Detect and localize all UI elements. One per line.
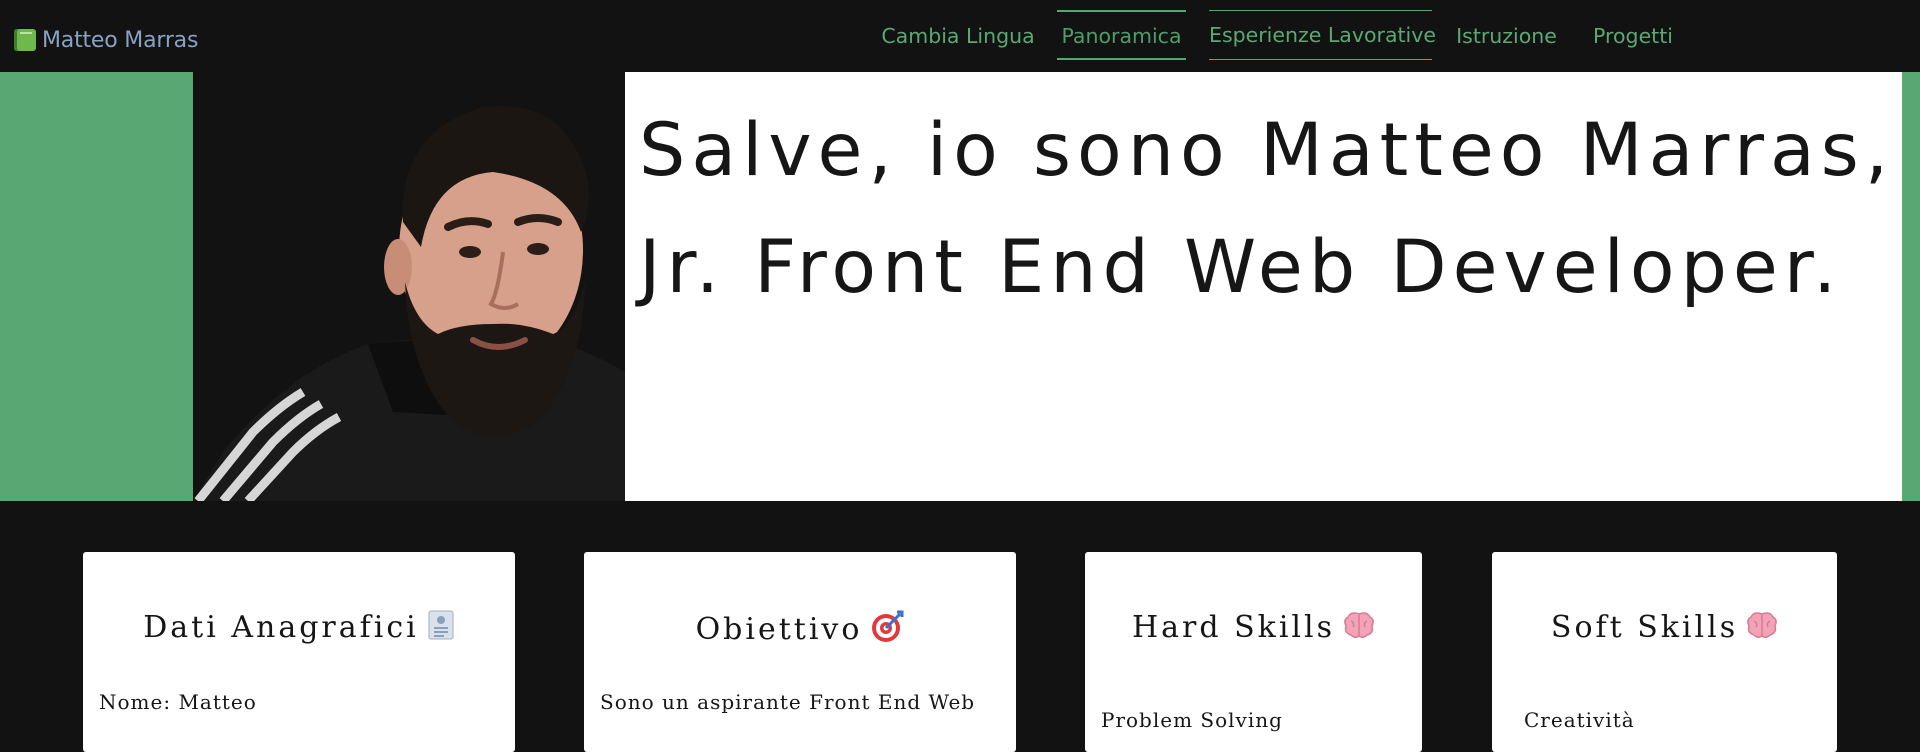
portrait-illustration — [193, 105, 625, 501]
top-navbar: Matteo Marras Cambia Lingua Panoramica E… — [0, 0, 1920, 72]
card-hard-skills: Hard Skills Problem Solving — [1085, 552, 1422, 752]
card-title: Hard Skills — [1085, 610, 1422, 647]
headline-panel: Salve, io sono Matteo Marras, Jr. Front … — [625, 72, 1902, 501]
card-title-text: Obiettivo — [695, 612, 863, 647]
portrait-photo — [193, 72, 625, 501]
target-icon — [870, 610, 904, 652]
card-text: Nome: Matteo — [99, 690, 257, 714]
id-card-icon — [427, 610, 455, 648]
headline-line-1: Salve, io sono Matteo Marras, — [639, 108, 1895, 193]
headline-line-2: Jr. Front End Web Developer. — [639, 225, 1843, 310]
card-text: Creatività — [1524, 708, 1635, 732]
brand-link[interactable]: Matteo Marras — [14, 26, 198, 54]
brand-name: Matteo Marras — [42, 27, 199, 53]
card-title-text: Hard Skills — [1131, 610, 1336, 645]
card-obiettivo: Obiettivo Sono un aspirante Front End We… — [584, 552, 1016, 752]
card-title: Dati Anagrafici — [83, 610, 515, 648]
card-title: Soft Skills — [1492, 610, 1837, 647]
green-book-icon — [14, 29, 36, 51]
nav-item-esperienze-lavorative[interactable]: Esperienze Lavorative — [1209, 10, 1436, 60]
brain-icon — [1343, 611, 1375, 647]
hero-section: Salve, io sono Matteo Marras, Jr. Front … — [0, 72, 1920, 501]
card-dati-anagrafici: Dati Anagrafici Nome: Matteo — [83, 552, 515, 752]
brain-icon — [1746, 611, 1778, 647]
card-title: Obiettivo — [584, 610, 1016, 652]
card-text: Problem Solving — [1101, 708, 1283, 732]
nav-item-panoramica[interactable]: Panoramica — [1057, 10, 1186, 60]
card-title-text: Dati Anagrafici — [143, 610, 419, 645]
hero-headline: Salve, io sono Matteo Marras, Jr. Front … — [639, 92, 1894, 326]
nav-item-istruzione[interactable]: Istruzione — [1445, 10, 1568, 60]
card-text: Sono un aspirante Front End Web — [600, 690, 976, 714]
nav-item-progetti[interactable]: Progetti — [1584, 10, 1682, 60]
card-soft-skills: Soft Skills Creatività — [1492, 552, 1837, 752]
card-title-text: Soft Skills — [1550, 610, 1739, 645]
nav-item-cambia-lingua[interactable]: Cambia Lingua — [873, 10, 1043, 60]
